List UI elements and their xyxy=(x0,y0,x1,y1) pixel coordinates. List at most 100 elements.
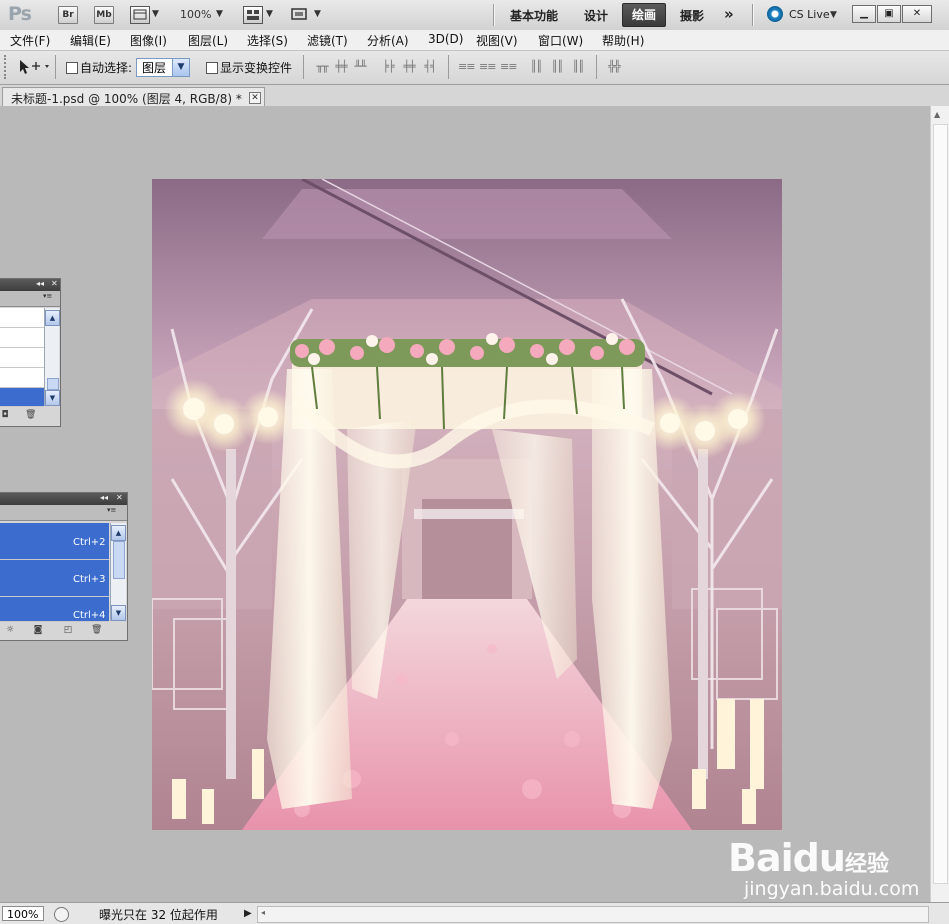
menu-filter[interactable]: 滤镜(T) xyxy=(307,32,348,49)
panel-scrollbar[interactable]: ▲ ▼ xyxy=(44,308,60,406)
close-icon[interactable]: ✕ xyxy=(116,493,123,502)
zoom-level[interactable]: 100% xyxy=(180,8,211,21)
scroll-thumb[interactable] xyxy=(47,378,59,390)
distribute-bottom-icon[interactable]: ≡≡ xyxy=(500,59,517,75)
vertical-scrollbar[interactable]: ▲ xyxy=(930,106,949,902)
trash-icon[interactable]: 🗑 xyxy=(91,625,102,635)
menu-analysis[interactable]: 分析(A) xyxy=(367,32,409,49)
align-bottom-icon[interactable]: ╨╨ xyxy=(352,59,368,75)
distribute-right-icon[interactable]: ║║ xyxy=(570,59,586,75)
collapse-icon[interactable]: ◂◂ xyxy=(100,493,108,502)
menu-select[interactable]: 选择(S) xyxy=(247,32,288,49)
record-icon[interactable]: ◙ xyxy=(33,625,43,635)
close-icon[interactable]: ✕ xyxy=(51,279,58,288)
distribute-vertical-center-icon[interactable]: ≡≡ xyxy=(479,59,496,75)
panel-scrollbar[interactable]: ▲ ▼ xyxy=(110,523,126,621)
workspace-design[interactable]: 设计 xyxy=(584,7,608,24)
list-item-selected[interactable] xyxy=(0,388,44,407)
mini-bridge-button[interactable]: Mb xyxy=(94,6,114,24)
align-left-icon[interactable]: ╞╞ xyxy=(380,59,396,75)
canvas-image[interactable] xyxy=(152,179,782,830)
horizontal-scrollbar[interactable]: ◂ xyxy=(257,906,929,923)
action-shortcut: Ctrl+2 xyxy=(73,537,106,548)
minimize-icon: ▁ xyxy=(860,8,868,19)
close-button[interactable]: ✕ xyxy=(902,5,932,23)
trash-icon[interactable]: 🗑 xyxy=(25,410,36,420)
distribute-left-icon[interactable]: ║║ xyxy=(528,59,544,75)
menu-window[interactable]: 窗口(W) xyxy=(538,32,583,49)
auto-select-dropdown[interactable]: 图层 ▼ xyxy=(136,58,190,77)
minimize-button[interactable]: ▁ xyxy=(852,5,876,23)
collapse-icon[interactable]: ◂◂ xyxy=(36,279,44,288)
status-info-icon[interactable] xyxy=(54,907,69,922)
distribute-horizontal-center-icon[interactable]: ║║ xyxy=(549,59,565,75)
new-action-icon[interactable]: ◰ xyxy=(63,625,73,635)
workspace-painting[interactable]: 绘画 xyxy=(622,3,666,27)
scroll-thumb[interactable] xyxy=(113,541,125,579)
menu-bar: 文件(F) 编辑(E) 图像(I) 图层(L) 选择(S) 滤镜(T) 分析(A… xyxy=(0,30,949,51)
document-title: 未标题-1.psd @ 100% (图层 4, RGB/8) * xyxy=(11,92,242,106)
action-row[interactable]: Ctrl+2 xyxy=(0,523,109,560)
options-grip xyxy=(4,55,8,79)
list-item[interactable] xyxy=(0,348,44,368)
panel-menu-icon[interactable]: ▾≡ xyxy=(43,292,52,300)
align-horizontal-center-icon[interactable]: ╪╪ xyxy=(401,59,417,75)
screen-mode-button[interactable] xyxy=(290,6,308,22)
scroll-up-icon[interactable]: ▲ xyxy=(111,525,126,541)
view-extras-icon xyxy=(133,9,147,20)
align-right-icon[interactable]: ╡╡ xyxy=(422,59,438,75)
new-snapshot-icon[interactable]: ◘ xyxy=(0,410,10,420)
zoom-field[interactable]: 100% xyxy=(2,906,44,921)
chevron-down-icon[interactable]: ▼ xyxy=(830,10,837,20)
application-bar: Ps Br Mb ▼ 100% ▼ ▼ ▼ 基本功能 设计 绘画 摄影 » CS… xyxy=(0,0,949,31)
action-row[interactable]: Ctrl+4 xyxy=(0,597,109,622)
action-row[interactable]: Ctrl+3 xyxy=(0,560,109,597)
scroll-thumb[interactable] xyxy=(933,124,948,884)
workspace-photography[interactable]: 摄影 xyxy=(680,7,704,24)
workspace-essentials[interactable]: 基本功能 xyxy=(510,7,558,24)
status-menu-arrow-icon[interactable]: ▶ xyxy=(244,908,252,919)
view-extras-button[interactable] xyxy=(130,6,150,24)
scroll-left-icon[interactable]: ◂ xyxy=(261,908,265,917)
chevron-down-icon: ▼ xyxy=(172,59,189,76)
menu-help[interactable]: 帮助(H) xyxy=(602,32,644,49)
bridge-button[interactable]: Br xyxy=(58,6,78,24)
chevron-down-icon[interactable]: ▼ xyxy=(314,9,321,19)
chevron-down-icon[interactable]: ▼ xyxy=(152,9,159,19)
panel-header: ◂◂ ✕ xyxy=(0,279,60,291)
auto-align-layers-icon[interactable]: ╬╬ xyxy=(606,59,622,75)
photoshop-logo: Ps xyxy=(8,3,32,25)
options-bar: 自动选择: 图层 ▼ 显示变换控件 ╥╥ ╪╪ ╨╨ ╞╞ ╪╪ ╡╡ ≡≡ ≡… xyxy=(0,51,949,85)
menu-3d[interactable]: 3D(D) xyxy=(428,32,463,46)
options-separator xyxy=(596,55,597,79)
move-tool-preset-button[interactable] xyxy=(16,58,50,79)
restore-button[interactable]: ▣ xyxy=(877,5,901,23)
panel-menu-icon[interactable]: ▾≡ xyxy=(107,506,116,514)
distribute-top-icon[interactable]: ≡≡ xyxy=(458,59,475,75)
list-item[interactable] xyxy=(0,308,44,328)
arrange-documents-button[interactable] xyxy=(243,6,263,24)
close-icon[interactable]: ✕ xyxy=(249,92,261,104)
scroll-down-icon[interactable]: ▼ xyxy=(45,390,60,406)
scroll-down-icon[interactable]: ▼ xyxy=(111,605,126,621)
chevron-down-icon[interactable]: ▼ xyxy=(266,9,273,19)
show-transform-checkbox[interactable] xyxy=(206,62,218,74)
align-top-icon[interactable]: ╥╥ xyxy=(314,59,330,75)
menu-view[interactable]: 视图(V) xyxy=(476,32,518,49)
auto-select-checkbox[interactable] xyxy=(66,62,78,74)
scroll-up-icon[interactable]: ▲ xyxy=(934,110,940,119)
chevron-down-icon[interactable]: ▼ xyxy=(216,9,223,19)
scroll-up-icon[interactable]: ▲ xyxy=(45,310,60,326)
align-vertical-center-icon[interactable]: ╪╪ xyxy=(333,59,349,75)
menu-layer[interactable]: 图层(L) xyxy=(188,32,228,49)
document-tab[interactable]: 未标题-1.psd @ 100% (图层 4, RGB/8) * ✕ xyxy=(2,87,265,106)
menu-file[interactable]: 文件(F) xyxy=(10,32,50,49)
restore-icon: ▣ xyxy=(884,8,894,19)
stop-recording-icon[interactable]: ☼ xyxy=(5,625,15,635)
list-item[interactable] xyxy=(0,368,44,388)
menu-image[interactable]: 图像(I) xyxy=(130,32,167,49)
cs-live-button[interactable]: CS Live xyxy=(789,8,830,21)
more-workspaces-icon[interactable]: » xyxy=(724,5,734,23)
menu-edit[interactable]: 编辑(E) xyxy=(70,32,111,49)
list-item[interactable] xyxy=(0,328,44,348)
